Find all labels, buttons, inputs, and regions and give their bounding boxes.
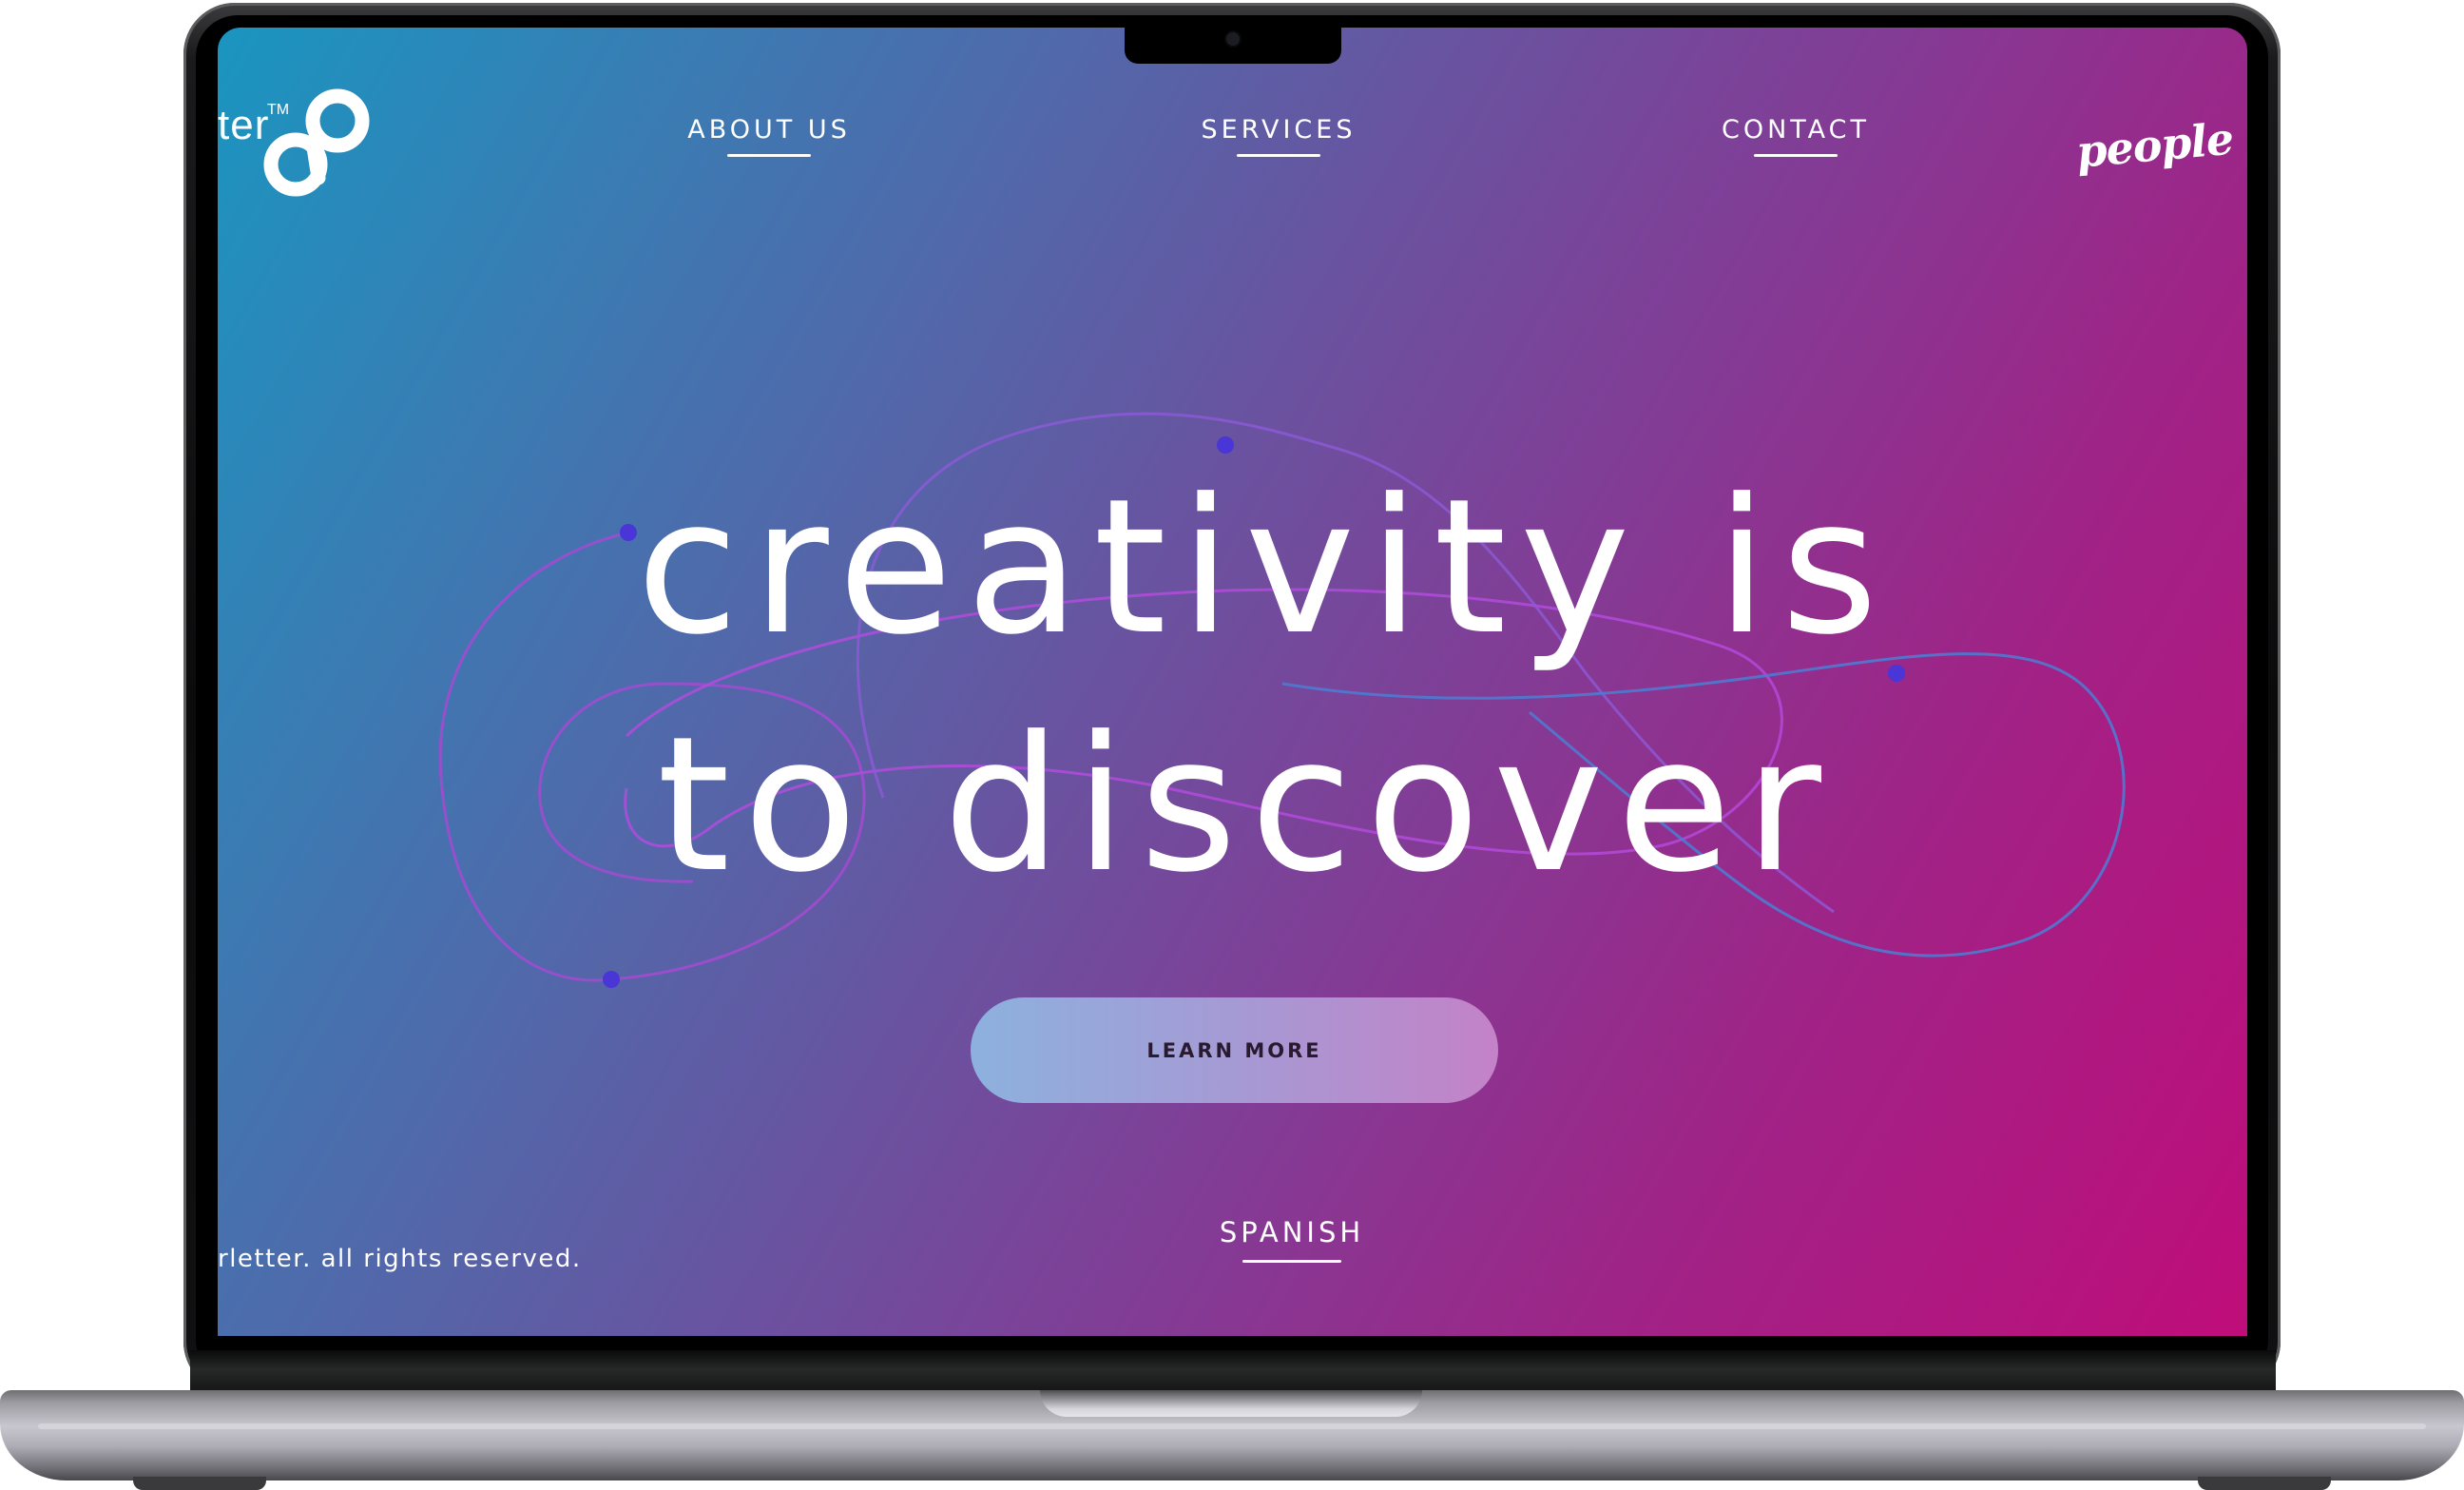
curve-dot-2 (1217, 436, 1234, 454)
language-underline (1242, 1260, 1341, 1263)
curve-loop-left (438, 531, 866, 982)
webcam (1226, 32, 1240, 46)
curve-dot-3 (1888, 665, 1905, 682)
logo-icon[interactable] (260, 83, 374, 206)
laptop-foot-right (2198, 1477, 2331, 1490)
language-switch-spanish[interactable]: SPANISH (1140, 1216, 1444, 1263)
curve-dot-1 (620, 524, 637, 541)
laptop-base-highlight (38, 1423, 2426, 1429)
nav-services-label: SERVICES (1201, 115, 1357, 145)
footer-copyright: rletter. all rights reserved. (218, 1245, 582, 1273)
laptop-foot-left (133, 1477, 266, 1490)
nav-services[interactable]: SERVICES (1136, 115, 1421, 172)
nav-contact[interactable]: CONTACT (1653, 115, 1938, 172)
nav-about-us-label: ABOUT US (687, 115, 851, 145)
laptop-opening-notch (1040, 1390, 1422, 1417)
nav-underline (727, 154, 811, 157)
curve-band-middle (624, 588, 1783, 856)
website-screen: ter TM ABOUT US SERVICES CONTACT people … (218, 28, 2247, 1336)
nav-underline (1237, 154, 1320, 157)
nav-about-us[interactable]: ABOUT US (626, 115, 912, 172)
learn-more-button[interactable]: LEARN MORE (971, 997, 1498, 1103)
decorative-curves (438, 412, 2126, 988)
laptop-hinge (190, 1350, 2276, 1393)
nav-underline (1754, 154, 1838, 157)
language-label: SPANISH (1219, 1216, 1365, 1248)
nav-contact-label: CONTACT (1721, 115, 1871, 145)
curve-dot-4 (603, 971, 620, 988)
